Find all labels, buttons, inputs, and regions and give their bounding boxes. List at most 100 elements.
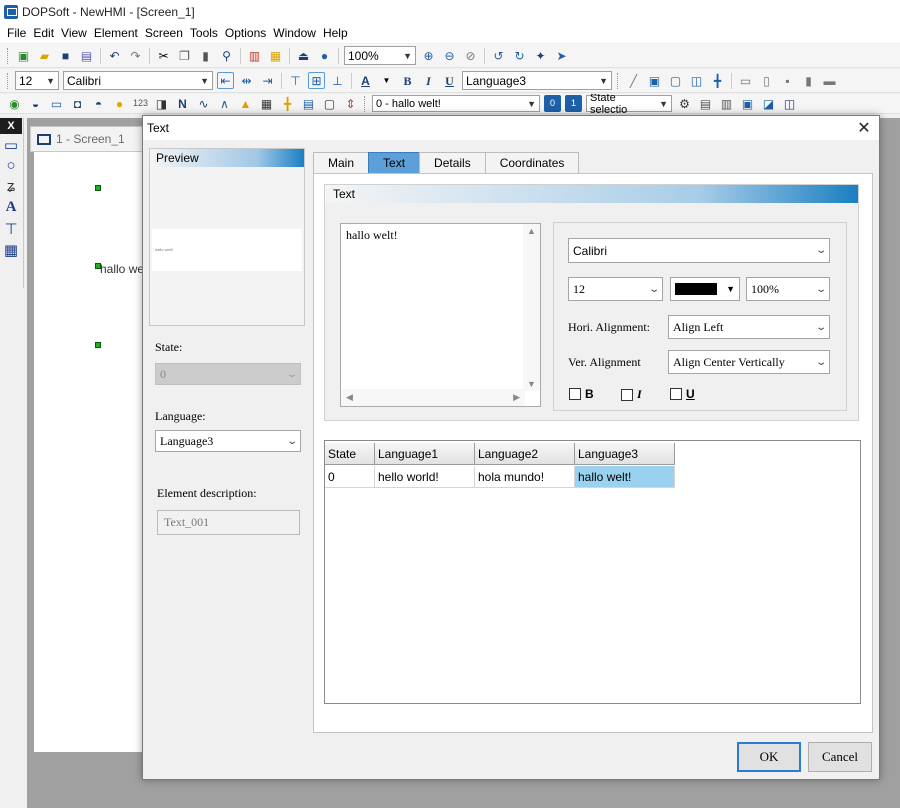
same-size-icon[interactable]: ▪ [779, 72, 796, 89]
font-size-select[interactable]: 12 ▼ [15, 71, 59, 90]
grid-header-state[interactable]: State [325, 443, 375, 465]
new-file-icon[interactable]: ▣ [15, 47, 32, 64]
table-icon[interactable]: ▦ [0, 239, 22, 260]
group-icon[interactable]: ▤ [697, 95, 714, 112]
gauge-icon[interactable]: ◓ [90, 95, 107, 112]
zoom-in-icon[interactable]: ⊕ [420, 47, 437, 64]
ver-alignment-select[interactable]: Align Center Vertically ⌄ [668, 350, 830, 374]
state-select[interactable]: 0 ⌄ [155, 363, 301, 385]
grid-cell-selected[interactable]: hallo welt! [575, 466, 675, 488]
numeric-input-icon[interactable]: 123 [132, 95, 149, 112]
send-back-icon[interactable]: ◪ [760, 95, 777, 112]
transfer-icon[interactable]: ➤ [553, 47, 570, 64]
canvas-text-element[interactable]: hallo wel [100, 262, 147, 276]
same-width-icon[interactable]: ▭ [737, 72, 754, 89]
font-color-icon[interactable]: A [357, 72, 374, 89]
counter-icon[interactable]: N [174, 95, 191, 112]
move-icon[interactable]: ⇕ [342, 95, 359, 112]
info-icon[interactable]: ● [316, 47, 333, 64]
alarm-icon[interactable]: ▲ [237, 95, 254, 112]
undo-icon[interactable]: ↶ [106, 47, 123, 64]
menu-screen[interactable]: Screen [144, 26, 189, 40]
tab-main[interactable]: Main [313, 152, 370, 173]
open-folder-icon[interactable]: ▰ [36, 47, 53, 64]
screen-canvas[interactable] [34, 152, 145, 752]
menu-tools[interactable]: Tools [189, 26, 224, 40]
screen-settings-icon[interactable]: ◫ [781, 95, 798, 112]
state-text-select[interactable]: 0 - hallo welt! ▼ [372, 95, 540, 112]
align-center-icon[interactable]: ⇹ [238, 72, 255, 89]
copy-icon[interactable]: ❐ [176, 47, 193, 64]
align-objects-left-icon[interactable]: ▣ [646, 72, 663, 89]
cylinder-icon[interactable]: ◘ [69, 95, 86, 112]
bring-front-icon[interactable]: ▣ [739, 95, 756, 112]
grid-cell[interactable]: hello world! [375, 466, 475, 488]
hori-alignment-select[interactable]: Align Left ⌄ [668, 315, 830, 339]
list-icon[interactable]: ▤ [300, 95, 317, 112]
on-button-icon[interactable]: ◉ [6, 95, 23, 112]
rectangle-icon[interactable]: ▭ [0, 134, 22, 155]
ungroup-icon[interactable]: ▥ [718, 95, 735, 112]
grid-header-language3[interactable]: Language3 [575, 443, 675, 465]
valign-middle-icon[interactable]: ⊞ [308, 72, 325, 89]
menu-view[interactable]: View [60, 26, 93, 40]
text-input-icon[interactable]: ◨ [153, 95, 170, 112]
tab-details[interactable]: Details [419, 152, 486, 173]
bold-checkbox[interactable]: B [569, 387, 594, 401]
rotate-right-icon[interactable]: ↻ [511, 47, 528, 64]
language-select[interactable]: Language3 ⌄ [155, 430, 301, 452]
save-as-icon[interactable]: ▤ [78, 47, 95, 64]
compile-icon[interactable]: ✦ [532, 47, 549, 64]
align-objects-center-icon[interactable]: ▢ [667, 72, 684, 89]
keypad-icon[interactable]: ▦ [258, 95, 275, 112]
state-zero-icon[interactable]: 0 [544, 95, 561, 112]
scroll-down-icon[interactable]: ▼ [527, 379, 536, 389]
menu-edit[interactable]: Edit [32, 26, 60, 40]
underline-checkbox[interactable]: U [670, 387, 695, 401]
line-tool-icon[interactable]: ╱ [625, 72, 642, 89]
menu-window[interactable]: Window [272, 26, 322, 40]
properties-icon[interactable]: ⚙ [676, 95, 693, 112]
save-icon[interactable]: ■ [57, 47, 74, 64]
indicator-icon[interactable]: ◒ [27, 95, 44, 112]
date-icon[interactable]: ▢ [321, 95, 338, 112]
menu-help[interactable]: Help [322, 26, 354, 40]
valign-top-icon[interactable]: ⊤ [287, 72, 304, 89]
xy-chart-icon[interactable]: ∧ [216, 95, 233, 112]
scale-select[interactable]: 100% ⌄ [746, 277, 830, 301]
polyline-icon[interactable]: ʑ [0, 176, 22, 197]
rectangle-element-icon[interactable]: ▭ [48, 95, 65, 112]
align-left-icon[interactable]: ⇤ [217, 72, 234, 89]
paste-icon[interactable]: ▮ [197, 47, 214, 64]
close-icon[interactable]: ✕ [849, 116, 879, 140]
rotate-left-icon[interactable]: ↺ [490, 47, 507, 64]
scroll-up-icon[interactable]: ▲ [527, 226, 536, 236]
font-name-select[interactable]: Calibri ⌄ [568, 238, 830, 263]
tab-coordinates[interactable]: Coordinates [484, 152, 580, 173]
state-one-icon[interactable]: 1 [565, 95, 582, 112]
screen-tab[interactable]: 1 - Screen_1 [30, 126, 145, 152]
cancel-button[interactable]: Cancel [808, 742, 872, 772]
redo-icon[interactable]: ↷ [127, 47, 144, 64]
valign-bottom-icon[interactable]: ⊥ [329, 72, 346, 89]
scale-icon[interactable]: ⊤ [0, 218, 22, 239]
underline-icon[interactable]: U [441, 72, 458, 89]
slider-icon[interactable]: ╋ [279, 95, 296, 112]
element-description-field[interactable]: Text_001 [157, 510, 300, 535]
distribute-icon[interactable]: ╋ [709, 72, 726, 89]
text-color-picker[interactable]: ▼ [670, 277, 740, 301]
grid-header-language1[interactable]: Language1 [375, 443, 475, 465]
find-icon[interactable]: ⚲ [218, 47, 235, 64]
pointer-icon[interactable]: X [0, 118, 22, 134]
language-select[interactable]: Language3 ▼ [462, 71, 612, 90]
same-height-icon[interactable]: ▯ [758, 72, 775, 89]
zoom-fit-icon[interactable]: ⊘ [462, 47, 479, 64]
grid-cell[interactable]: hola mundo! [475, 466, 575, 488]
font-size-select[interactable]: 12 ⌄ [568, 277, 663, 301]
grid-cell[interactable]: 0 [325, 466, 375, 488]
ok-button[interactable]: OK [737, 742, 801, 772]
italic-checkbox[interactable]: I [621, 387, 642, 402]
zoom-out-icon[interactable]: ⊖ [441, 47, 458, 64]
text-tool-icon[interactable]: A [0, 197, 22, 218]
scroll-left-icon[interactable]: ◀ [346, 392, 353, 403]
